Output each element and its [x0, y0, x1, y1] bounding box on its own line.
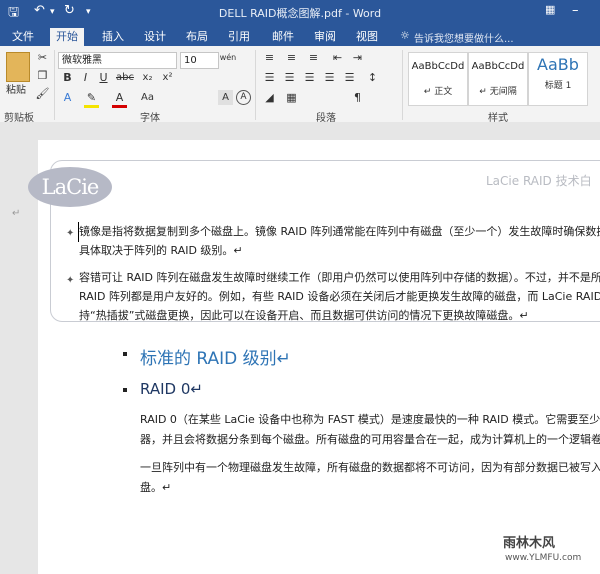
- distributed-icon[interactable]: ☰: [342, 70, 357, 85]
- line-spacing-icon[interactable]: ↕: [365, 70, 380, 85]
- show-marks-icon[interactable]: ¶: [350, 90, 365, 105]
- underline-icon[interactable]: U: [96, 70, 111, 85]
- title-bar: 🖫 ↶ ▾ ↻ ▾ DELL RAID概念图解.pdf - Word ▦ –: [0, 0, 600, 26]
- bold-icon[interactable]: B: [60, 70, 75, 85]
- bullets-icon[interactable]: ≡: [262, 50, 277, 65]
- body-para-1-line-1: RAID 0（在某些 LaCie 设备中也称为 FAST 模式）是速度最快的一种…: [140, 413, 600, 426]
- style-name: 标题 1: [544, 81, 572, 91]
- style-normal[interactable]: AaBbCcDd ↵ 正文: [408, 52, 468, 106]
- body-para-2-line-1: 一旦阵列中有一个物理磁盘发生故障，所有磁盘的数据都将不可访问，因为有部分数据已被…: [140, 461, 600, 474]
- lightbulb-icon: ☼: [400, 29, 410, 42]
- divider: [255, 50, 256, 120]
- heading-1: 标准的 RAID 级别↵: [140, 349, 291, 369]
- minimize-icon[interactable]: –: [572, 3, 579, 18]
- list-marker: [123, 388, 127, 392]
- tell-me-input[interactable]: 告诉我您想要做什么...: [414, 30, 514, 45]
- increase-indent-icon[interactable]: ⇥: [350, 50, 365, 65]
- divider: [54, 50, 55, 120]
- body-para-1-line-2: 器，并且会将数据分条到每个磁盘。所有磁盘的可用容量合在一起，成为计算机上的一个逻…: [140, 433, 600, 446]
- tab-file[interactable]: 文件: [6, 28, 40, 46]
- numbering-icon[interactable]: ≡: [284, 50, 299, 65]
- tab-home[interactable]: 开始: [50, 28, 84, 46]
- format-painter-icon[interactable]: 🖌: [35, 86, 50, 101]
- style-sample: AaBbCcDd: [411, 61, 465, 72]
- tab-mailings[interactable]: 邮件: [266, 28, 300, 46]
- align-left-icon[interactable]: ☰: [262, 70, 277, 85]
- justify-icon[interactable]: ☰: [322, 70, 337, 85]
- strikethrough-icon[interactable]: abc: [116, 70, 134, 85]
- style-name: ↵ 正文: [423, 87, 453, 97]
- watermark-url: www.YLMFU.com: [505, 553, 582, 563]
- ribbon-home: 粘贴 ✂ ❐ 🖌 剪贴板 微软雅黑 10 wén B I U abc x₂ x²…: [0, 46, 600, 124]
- tab-review[interactable]: 审阅: [308, 28, 342, 46]
- header-right-text: LaCie RAID 技术白: [486, 174, 592, 188]
- enclosed-char-icon[interactable]: A: [236, 90, 251, 105]
- font-color-icon[interactable]: A: [112, 90, 127, 108]
- ribbon-tab-bar: 文件 开始 插入 设计 布局 引用 邮件 审阅 视图 ☼ 告诉我您想要做什么..…: [0, 26, 600, 46]
- cut-icon[interactable]: ✂: [35, 50, 50, 65]
- tab-view[interactable]: 视图: [350, 28, 384, 46]
- divider: [402, 50, 403, 120]
- heading-2: RAID 0↵: [140, 380, 203, 398]
- char-shading-icon[interactable]: A: [218, 90, 233, 105]
- change-case-icon[interactable]: wén: [218, 50, 238, 65]
- font-size-select[interactable]: 10: [180, 52, 219, 69]
- window-title: DELL RAID概念图解.pdf - Word: [218, 7, 382, 20]
- watermark-name: 雨林木风: [503, 536, 556, 551]
- align-right-icon[interactable]: ☰: [302, 70, 317, 85]
- highlight-icon[interactable]: ✎: [84, 90, 99, 108]
- list-marker: [123, 352, 127, 356]
- align-center-icon[interactable]: ☰: [282, 70, 297, 85]
- superscript-icon[interactable]: x²: [160, 70, 175, 85]
- card-para-1-line-2: 具体取决于阵列的 RAID 级别。↵: [79, 244, 243, 257]
- decrease-indent-icon[interactable]: ⇤: [330, 50, 345, 65]
- card-para-2-line-1: 容错可让 RAID 阵列在磁盘发生故障时继续工作（即用户仍然可以使用阵列中存储的…: [79, 271, 600, 284]
- paste-icon[interactable]: [6, 52, 30, 82]
- card-para-2-line-2: RAID 阵列都是用户友好的。例如，有些 RAID 设备必须在关闭后才能更换发生…: [79, 290, 600, 303]
- style-sample: AaBb: [537, 55, 579, 74]
- style-sample: AaBbCcDd: [471, 61, 525, 72]
- char-shading-icon[interactable]: Aa: [140, 90, 155, 105]
- style-heading1[interactable]: AaBb 标题 1: [528, 52, 588, 106]
- tab-insert[interactable]: 插入: [96, 28, 130, 46]
- body-para-2-line-2: 盘。↵: [140, 481, 172, 494]
- borders-icon[interactable]: ▦: [284, 90, 299, 105]
- style-name: ↵ 无间隔: [479, 87, 517, 97]
- font-family-select[interactable]: 微软雅黑: [58, 52, 177, 69]
- tab-layout[interactable]: 布局: [180, 28, 214, 46]
- card-para-2-line-3: 持“热插拔”式磁盘更换，因此可以在设备开启、而且数据可供访问的情况下更换故障磁盘…: [79, 309, 529, 322]
- ribbon-display-options-icon[interactable]: ▦: [545, 3, 555, 16]
- text-effects-icon[interactable]: A: [60, 90, 75, 105]
- subscript-icon[interactable]: x₂: [140, 70, 155, 85]
- bullet-icon: ✦: [66, 228, 75, 239]
- shading-icon[interactable]: ◢: [262, 90, 277, 105]
- tab-design[interactable]: 设计: [138, 28, 172, 46]
- italic-icon[interactable]: I: [78, 70, 93, 85]
- paragraph-mark-icon: ↵: [12, 208, 21, 219]
- tab-references[interactable]: 引用: [222, 28, 256, 46]
- bullet-icon: ✦: [66, 275, 75, 286]
- copy-icon[interactable]: ❐: [35, 68, 50, 83]
- lacie-logo: LaCie: [28, 167, 112, 207]
- paste-button[interactable]: 粘贴: [6, 81, 26, 96]
- style-no-spacing[interactable]: AaBbCcDd ↵ 无间隔: [468, 52, 528, 106]
- multilevel-list-icon[interactable]: ≡: [306, 50, 321, 65]
- card-para-1-line-1: 镜像是指将数据复制到多个磁盘上。镜像 RAID 阵列通常能在阵列中有磁盘（至少一…: [79, 225, 600, 238]
